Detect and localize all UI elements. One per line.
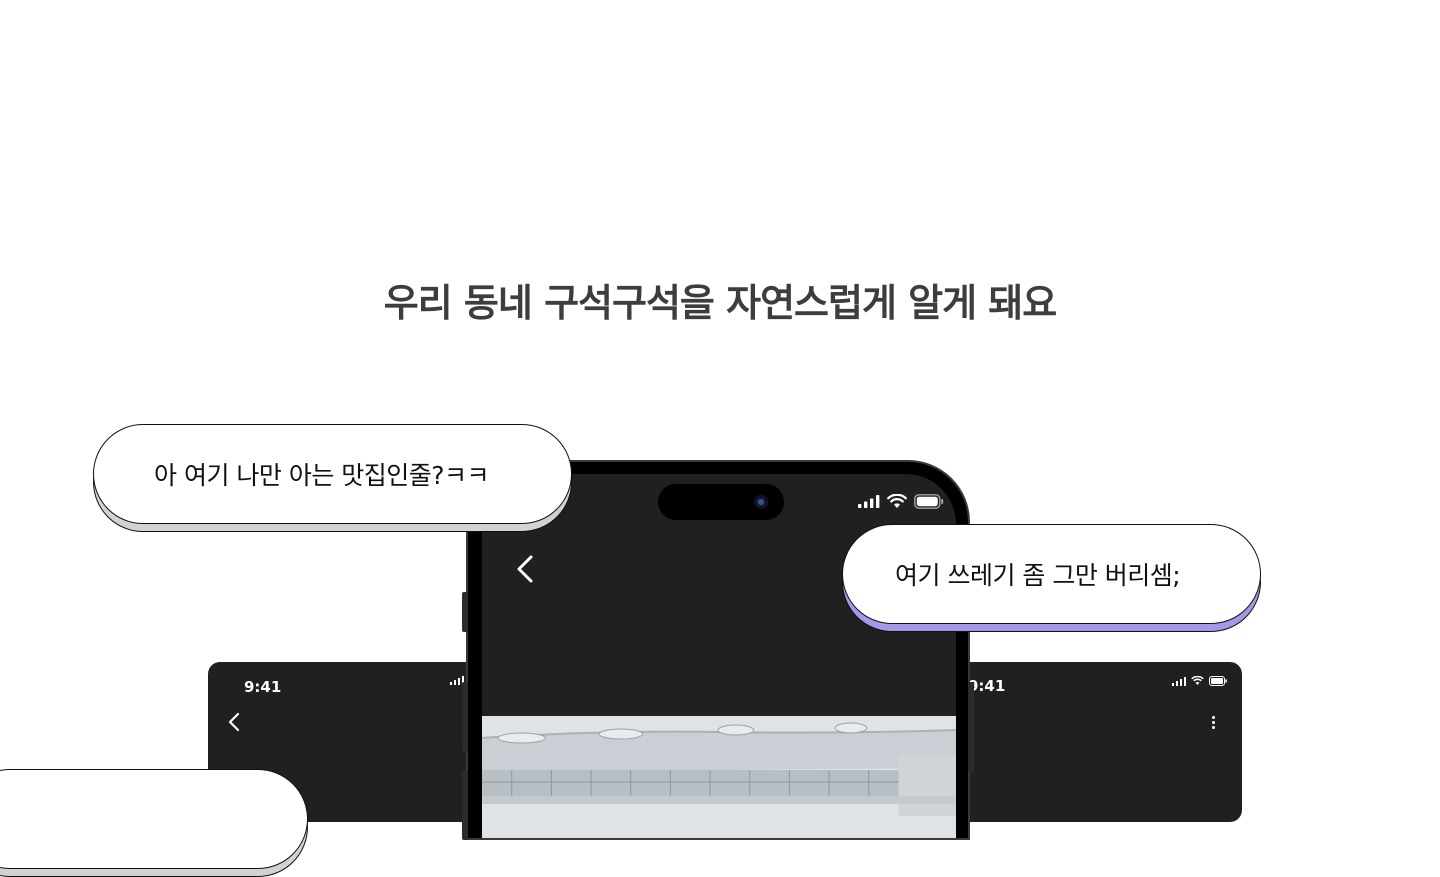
building-photo xyxy=(482,716,956,838)
wifi-icon xyxy=(887,494,907,508)
more-vert-icon[interactable] xyxy=(1212,716,1216,731)
signal-icon xyxy=(858,495,880,508)
battery-icon xyxy=(914,494,944,509)
speech-bubble-text: 아 여기 나만 아는 맛집인줄?ㅋㅋ xyxy=(154,461,490,490)
side-button xyxy=(462,770,468,840)
speech-bubble-trash: 여기 쓰레기 좀 그만 버리셈; xyxy=(842,524,1261,624)
wifi-icon xyxy=(1191,676,1204,685)
back-chevron-icon[interactable] xyxy=(228,712,240,732)
battery-icon xyxy=(1209,676,1227,686)
status-icons xyxy=(1172,676,1227,686)
section-headline: 우리 동네 구석구석을 자연스럽게 알게 돼요 xyxy=(383,281,1057,325)
side-button xyxy=(462,682,468,752)
back-chevron-icon[interactable] xyxy=(516,554,534,584)
speech-bubble-partial xyxy=(0,769,308,869)
dynamic-island xyxy=(658,484,784,520)
right-phone-screen: 9:41 xyxy=(946,662,1242,822)
signal-icon xyxy=(1172,676,1186,686)
speech-bubble-text: 여기 쓰레기 좀 그만 버리셈; xyxy=(895,561,1181,590)
status-icons xyxy=(858,494,944,509)
camera-icon xyxy=(754,495,768,509)
side-button xyxy=(462,592,468,632)
status-time: 9:41 xyxy=(244,678,282,696)
side-button xyxy=(968,682,974,772)
speech-bubble-restaurant: 아 여기 나만 아는 맛집인줄?ㅋㅋ xyxy=(93,424,572,524)
